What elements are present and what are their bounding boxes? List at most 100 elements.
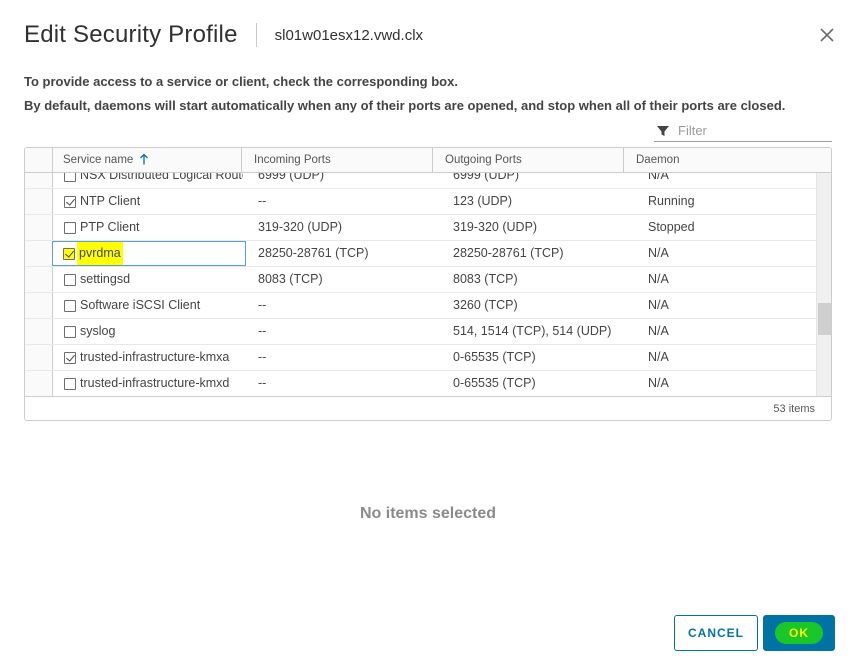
service-checkbox[interactable] (64, 195, 76, 208)
table-row[interactable]: trusted-infrastructure-kmxd -- 0-65535 (TC… (25, 371, 816, 396)
row-selector[interactable] (25, 241, 53, 266)
grid-footer: 53 items (25, 396, 831, 420)
service-checkbox[interactable] (64, 221, 76, 234)
close-button[interactable] (816, 24, 838, 46)
cell-service-name[interactable]: settingsd (53, 267, 243, 292)
row-selector[interactable] (25, 267, 53, 292)
cell-outgoing-ports: 0-65535 (TCP) (453, 350, 536, 364)
cell-daemon: Stopped (648, 220, 695, 234)
column-label: Service name (63, 154, 134, 166)
table-row[interactable]: syslog -- 514, 1514 (TCP), 514 (UDP) N/A (25, 319, 816, 345)
row-selector[interactable] (25, 345, 53, 370)
row-selector[interactable] (25, 293, 53, 318)
intro-text-2: By default, daemons will start automatic… (24, 98, 786, 113)
cell-service-name[interactable]: trusted-infrastructure-kmxd (53, 371, 243, 396)
grid-scrollbar[interactable] (816, 173, 831, 396)
table-row[interactable]: NSX Distributed Logical Router 6999 (UDP)… (25, 173, 816, 189)
cell-service-name[interactable]: Software iSCSI Client (53, 293, 243, 318)
grid-rows: NSX Distributed Logical Router 6999 (UDP)… (25, 173, 816, 396)
cell-incoming-ports: 319-320 (UDP) (258, 220, 343, 234)
cell-outgoing-ports: 514, 1514 (TCP), 514 (UDP) (453, 324, 612, 338)
no-selection-message: No items selected (359, 505, 497, 522)
grid-body: NSX Distributed Logical Router 6999 (UDP)… (25, 173, 831, 396)
cell-incoming-ports: -- (258, 194, 267, 208)
service-checkbox[interactable] (64, 299, 76, 312)
column-header-incoming-ports[interactable]: Incoming Ports (242, 148, 433, 172)
service-checkbox[interactable] (64, 325, 76, 338)
service-name-label: NSX Distributed Logical Router (80, 173, 243, 182)
services-grid: Service name Incoming Ports Outgoing Por… (24, 147, 832, 421)
service-checkbox[interactable] (64, 351, 76, 364)
cell-daemon: N/A (648, 272, 669, 286)
cell-service-name[interactable]: NTP Client (53, 189, 243, 214)
cell-service-name[interactable]: PTP Client (53, 215, 243, 240)
cell-service-name[interactable]: NSX Distributed Logical Router (53, 173, 243, 188)
row-selector[interactable] (25, 371, 53, 396)
table-row[interactable]: NTP Client -- 123 (UDP) Running (25, 189, 816, 215)
row-selector[interactable] (25, 173, 53, 188)
filter-input[interactable] (678, 123, 828, 138)
cell-service-name[interactable]: syslog (53, 319, 243, 344)
row-selector[interactable] (25, 215, 53, 240)
grid-header: Service name Incoming Ports Outgoing Por… (25, 148, 831, 173)
row-selector[interactable] (25, 189, 53, 214)
ok-button[interactable]: OK (763, 615, 835, 651)
service-name-label: pvrdma (77, 241, 123, 266)
table-row[interactable]: pvrdma 28250-28761 (TCP) 28250-28761 (TCP)… (25, 241, 816, 267)
service-name-label: settingsd (80, 272, 131, 286)
item-count: 53 items (773, 403, 815, 415)
table-row[interactable]: trusted-infrastructure-kmxa -- 0-65535 (TC… (25, 345, 816, 371)
cell-incoming-ports: -- (258, 298, 267, 312)
cell-outgoing-ports: 8083 (TCP) (453, 272, 518, 286)
cell-daemon: N/A (648, 376, 669, 390)
filter-box[interactable] (654, 120, 832, 142)
column-header-service-name[interactable]: Service name (53, 148, 242, 172)
cell-daemon: N/A (648, 298, 669, 312)
cell-outgoing-ports: 319-320 (UDP) (453, 220, 538, 234)
cancel-button[interactable]: CANCEL (674, 615, 758, 651)
sort-ascending-icon (139, 153, 148, 165)
cell-incoming-ports: -- (258, 376, 267, 390)
cell-incoming-ports: -- (258, 350, 267, 364)
cell-outgoing-ports: 6999 (UDP) (453, 173, 519, 182)
cell-service-name[interactable]: pvrdma (52, 241, 246, 266)
row-selector[interactable] (25, 319, 53, 344)
cell-daemon: Running (648, 194, 695, 208)
service-checkbox[interactable] (63, 247, 75, 260)
column-header-outgoing-ports[interactable]: Outgoing Ports (433, 148, 624, 172)
service-name-label: Software iSCSI Client (80, 298, 201, 312)
ok-button-label: OK (775, 622, 823, 644)
service-name-label: NTP Client (80, 194, 141, 208)
cell-daemon: N/A (648, 350, 669, 364)
cell-outgoing-ports: 28250-28761 (TCP) (453, 246, 564, 260)
cell-incoming-ports: 6999 (UDP) (258, 173, 324, 182)
service-name-label: PTP Client (80, 220, 140, 234)
dialog-header: Edit Security Profile sl01w01esx12.vwd.c… (24, 18, 423, 52)
host-name: sl01w01esx12.vwd.clx (274, 26, 424, 44)
cell-daemon: N/A (648, 246, 669, 260)
cell-service-name[interactable]: trusted-infrastructure-kmxa (53, 345, 243, 370)
close-icon (820, 28, 834, 42)
service-name-label: trusted-infrastructure-kmxd (80, 376, 230, 390)
intro-text-1: To provide access to a service or client… (24, 74, 458, 89)
cell-daemon: N/A (648, 173, 669, 182)
service-checkbox[interactable] (64, 173, 76, 182)
column-header-daemon[interactable]: Daemon (624, 148, 817, 172)
service-checkbox[interactable] (64, 377, 76, 390)
cell-incoming-ports: 28250-28761 (TCP) (258, 246, 369, 260)
cell-daemon: N/A (648, 324, 669, 338)
table-row[interactable]: PTP Client 319-320 (UDP) 319-320 (UDP) Stop… (25, 215, 816, 241)
table-row[interactable]: settingsd 8083 (TCP) 8083 (TCP) N/A (25, 267, 816, 293)
scrollbar-thumb[interactable] (818, 303, 831, 335)
cell-incoming-ports: 8083 (TCP) (258, 272, 323, 286)
service-name-label: trusted-infrastructure-kmxa (80, 350, 230, 364)
cell-outgoing-ports: 0-65535 (TCP) (453, 376, 536, 390)
filter-icon (657, 125, 669, 136)
service-name-label: syslog (80, 324, 116, 338)
table-row[interactable]: Software iSCSI Client -- 3260 (TCP) N/A (25, 293, 816, 319)
cell-incoming-ports: -- (258, 324, 267, 338)
cell-outgoing-ports: 3260 (TCP) (453, 298, 518, 312)
service-checkbox[interactable] (64, 273, 76, 286)
select-column-header (25, 148, 53, 172)
title-divider (255, 23, 257, 47)
